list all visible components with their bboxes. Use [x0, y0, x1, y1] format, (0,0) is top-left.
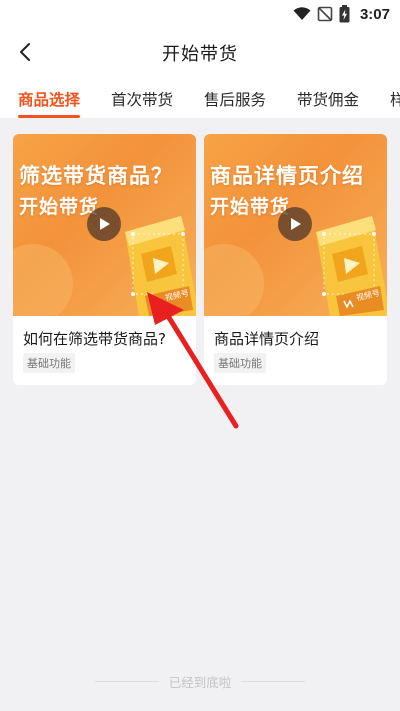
page-title: 开始带货	[162, 44, 238, 65]
video-thumbnail[interactable]: 商品详情页介绍 开始带货 视频号	[204, 134, 387, 316]
play-button[interactable]	[87, 207, 121, 241]
video-thumbnail[interactable]: 筛选带货商品？ 开始带货 视频号	[13, 134, 196, 316]
divider	[241, 681, 306, 682]
tab-product-selection[interactable]: 商品选择	[18, 88, 80, 110]
battery-charging-icon	[339, 5, 350, 23]
status-bar: 3:07	[0, 0, 400, 28]
thumbnail-headline: 商品详情页介绍	[210, 164, 364, 188]
card-title: 如何在筛选带货商品?	[23, 330, 166, 348]
tab-after-sales[interactable]: 售后服务	[204, 88, 266, 110]
video-card[interactable]: 商品详情页介绍 开始带货 视频号 商品详情页介绍 基础功能	[204, 134, 387, 385]
card-tag: 基础功能	[23, 353, 75, 373]
play-icon	[100, 218, 110, 230]
divider	[94, 681, 159, 682]
card-tag: 基础功能	[214, 353, 266, 373]
thumbnail-headline: 筛选带货商品？	[19, 164, 173, 188]
active-tab-indicator	[18, 115, 80, 118]
end-of-list-text: 已经到底啦	[168, 675, 232, 690]
tab-first-selling[interactable]: 首次带货	[111, 88, 173, 110]
thumbnail-subheadline: 开始带货	[19, 196, 100, 218]
end-of-list-note: 已经到底啦	[0, 672, 400, 691]
thumbnail-subheadline: 开始带货	[210, 196, 291, 218]
card-title: 商品详情页介绍	[214, 330, 320, 348]
play-icon	[291, 218, 301, 230]
wifi-icon	[293, 7, 311, 20]
no-signal-icon	[317, 6, 333, 22]
video-card[interactable]: 筛选带货商品？ 开始带货 视频号 如何在筛选带货商品? 基础功能	[13, 134, 196, 385]
status-time: 3:07	[359, 5, 390, 23]
tab-bar: 商品选择 首次带货 售后服务 带货佣金 样	[0, 84, 400, 118]
tab-commission[interactable]: 带货佣金	[297, 88, 359, 110]
status-icons: 3:07	[293, 4, 390, 24]
tab-sample[interactable]: 样	[390, 88, 400, 110]
play-button[interactable]	[278, 207, 312, 241]
nav-bar: 开始带货	[0, 30, 400, 74]
